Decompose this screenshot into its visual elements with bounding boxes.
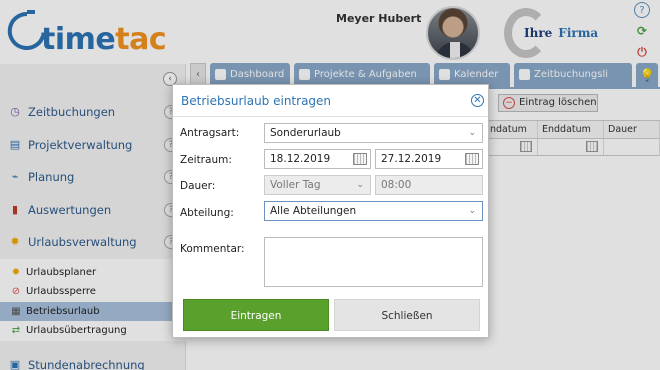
calendar-icon[interactable] [465, 153, 479, 165]
chevron-down-icon: ⌄ [356, 180, 364, 190]
dauer-time-field: 08:00 [375, 175, 483, 195]
dauer-label: Dauer: [180, 180, 216, 192]
divider [173, 116, 488, 117]
antragsart-select[interactable]: Sonderurlaub ⌄ [264, 123, 483, 143]
kommentar-label: Kommentar: [180, 243, 245, 255]
dialog-title: Betriebsurlaub eintragen [181, 94, 332, 108]
date-from-field[interactable]: 18.12.2019 [264, 149, 371, 169]
abteilung-select[interactable]: Alle Abteilungen ⌄ [264, 201, 483, 221]
zeitraum-label: Zeitraum: [180, 154, 232, 166]
date-to-field[interactable]: 27.12.2019 [375, 149, 483, 169]
eintragen-button[interactable]: Eintragen [183, 299, 329, 331]
antragsart-label: Antragsart: [180, 127, 240, 139]
schliessen-button[interactable]: Schließen [334, 299, 480, 331]
dauer-select: Voller Tag ⌄ [264, 175, 371, 195]
kommentar-textarea[interactable] [264, 237, 483, 287]
close-icon[interactable]: ✕ [471, 94, 484, 107]
chevron-down-icon: ⌄ [468, 206, 476, 216]
calendar-icon[interactable] [353, 153, 367, 165]
betriebsurlaub-dialog: Betriebsurlaub eintragen ✕ Antragsart: S… [172, 84, 489, 338]
chevron-down-icon: ⌄ [468, 128, 476, 138]
abteilung-label: Abteilung: [180, 207, 234, 219]
